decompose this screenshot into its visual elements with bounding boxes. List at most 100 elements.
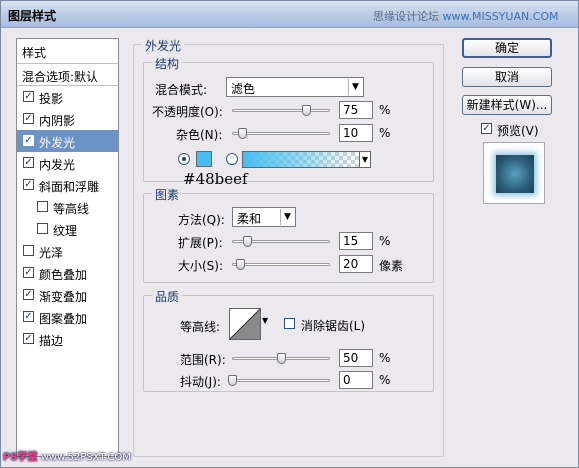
contour-picker[interactable] (229, 308, 261, 340)
style-item-label: 颜色叠加 (39, 268, 88, 282)
jitter-slider[interactable] (228, 375, 330, 387)
noise-input[interactable]: 10 (339, 124, 373, 142)
preview-checkbox[interactable]: ✓ 预览(V) (481, 122, 539, 139)
style-item[interactable]: ✓ 内发光 (17, 152, 118, 174)
style-item-checkbox[interactable]: ✓ (23, 289, 34, 300)
range-knob[interactable] (277, 353, 286, 364)
style-item-checkbox[interactable] (23, 245, 34, 256)
style-item-label: 纹理 (53, 224, 78, 238)
spread-unit: % (379, 234, 391, 248)
technique-select[interactable]: 柔和 ▼ (232, 207, 296, 227)
style-item[interactable]: ✓ 颜色叠加 (17, 262, 118, 284)
range-slider[interactable] (232, 353, 330, 365)
size-slider[interactable] (232, 259, 330, 271)
style-item[interactable]: ✓ 外发光 (17, 130, 118, 152)
structure-group: 结构 混合模式: 滤色 ▼ 不透明度(O): 75 % 杂色(N): 10 % (143, 55, 434, 182)
new-style-button[interactable]: 新建样式(W)... (462, 95, 552, 115)
range-input[interactable]: 50 (339, 349, 373, 367)
style-item-label: 内发光 (39, 158, 76, 172)
preview-label: 预览(V) (497, 124, 539, 138)
noise-knob[interactable] (237, 128, 247, 139)
contour-dropdown-arrow[interactable]: ▼ (262, 316, 268, 325)
watermark-bottom: PS学堂 www.52PSXT.COM (3, 448, 131, 463)
structure-title: 结构 (152, 55, 183, 72)
style-item-checkbox[interactable]: ✓ (23, 267, 34, 278)
style-item[interactable]: ✓ 描边 (17, 328, 118, 350)
elements-group: 图素 方法(Q): 柔和 ▼ 扩展(P): 15 % 大小(S): 20 像素 (143, 186, 434, 283)
new-style-label: 新建样式(W)... (466, 98, 548, 112)
quality-title: 品质 (152, 288, 183, 305)
opacity-knob[interactable] (301, 105, 311, 116)
spread-knob[interactable] (242, 236, 252, 247)
style-item-checkbox[interactable]: ✓ (23, 135, 34, 146)
style-item-label: 斜面和浮雕 (39, 180, 100, 194)
color-hex-annotation: #48beef (183, 170, 248, 188)
style-item-checkbox[interactable]: ✓ (23, 91, 34, 102)
chevron-down-icon: ▼ (348, 79, 362, 95)
elements-title: 图素 (152, 186, 183, 203)
jitter-knob[interactable] (228, 375, 237, 386)
style-item-checkbox[interactable]: ✓ (23, 113, 34, 124)
gradient-radio[interactable] (226, 153, 238, 165)
style-item-label: 等高线 (53, 202, 90, 216)
style-item-checkbox[interactable] (37, 201, 48, 212)
spread-label: 扩展(P): (178, 236, 223, 250)
noise-unit: % (379, 126, 391, 140)
anti-alias-label: 消除锯齿(L) (301, 319, 366, 333)
blend-mode-select[interactable]: 滤色 ▼ (226, 77, 364, 97)
style-item[interactable]: 纹理 (17, 218, 118, 240)
style-item-label: 投影 (39, 92, 64, 106)
style-item[interactable]: ✓ 内阴影 (17, 108, 118, 130)
style-item-checkbox[interactable]: ✓ (23, 333, 34, 344)
size-label: 大小(S): (178, 259, 224, 273)
spread-slider[interactable] (232, 236, 330, 248)
chevron-down-icon: ▼ (361, 155, 369, 164)
style-item-label: 图案叠加 (39, 312, 88, 326)
watermark-top-text: 思缘设计论坛 (373, 10, 439, 23)
gradient-preview[interactable] (242, 151, 360, 168)
style-item[interactable]: 光泽 (17, 240, 118, 262)
title-bar[interactable]: 图层样式 思缘设计论坛 www.MISSYUAN.COM (1, 1, 578, 28)
size-unit: 像素 (379, 259, 404, 273)
outer-glow-title: 外发光 (142, 37, 185, 54)
blend-mode-value: 滤色 (231, 82, 256, 96)
style-item[interactable]: 等高线 (17, 196, 118, 218)
anti-alias-checkbox[interactable] (284, 318, 295, 329)
style-item-label: 内阴影 (39, 114, 76, 128)
noise-slider[interactable] (232, 128, 330, 140)
spread-input[interactable]: 15 (339, 232, 373, 250)
style-item[interactable]: ✓ 图案叠加 (17, 306, 118, 328)
opacity-unit: % (379, 103, 391, 117)
style-item[interactable]: ✓ 渐变叠加 (17, 284, 118, 306)
style-list-header[interactable]: 样式 (17, 39, 118, 64)
opacity-slider[interactable] (232, 105, 330, 117)
style-item[interactable]: ✓ 投影 (17, 86, 118, 108)
layer-style-dialog: 图层样式 思缘设计论坛 www.MISSYUAN.COM 样式 混合选项:默认 … (0, 0, 579, 468)
solid-color-radio[interactable] (178, 153, 190, 165)
blend-mode-label: 混合模式: (155, 83, 208, 97)
blend-options-item[interactable]: 混合选项:默认 (17, 64, 118, 86)
quality-group: 品质 等高线: ▼ 消除锯齿(L) 范围(R): 50 % 抖动(J): 0 % (143, 288, 434, 392)
preview-thumbnail (483, 142, 545, 204)
style-item-checkbox[interactable] (37, 223, 48, 234)
ok-button[interactable]: 确定 (462, 38, 552, 58)
style-item[interactable]: ✓ 斜面和浮雕 (17, 174, 118, 196)
gradient-dropdown[interactable]: ▼ (359, 151, 371, 168)
style-item-checkbox[interactable]: ✓ (23, 179, 34, 190)
style-list: 样式 混合选项:默认 ✓ 投影 ✓ 内阴影 ✓ 外发光 ✓ 内发光 ✓ 斜面和浮雕 等高线 纹理 光泽 ✓… (16, 38, 119, 457)
contour-curve-icon (230, 309, 260, 339)
contour-label: 等高线: (180, 320, 221, 334)
size-input[interactable]: 20 (339, 255, 373, 273)
opacity-input[interactable]: 75 (339, 101, 373, 119)
range-unit: % (379, 351, 391, 365)
jitter-input[interactable]: 0 (339, 371, 373, 389)
dialog-title: 图层样式 (8, 9, 57, 23)
jitter-track (232, 379, 330, 382)
style-item-checkbox[interactable]: ✓ (23, 157, 34, 168)
glow-color-swatch[interactable] (196, 151, 212, 167)
size-knob[interactable] (235, 259, 245, 270)
style-item-checkbox[interactable]: ✓ (23, 311, 34, 322)
cancel-button[interactable]: 取消 (462, 67, 552, 87)
opacity-track (232, 109, 330, 112)
range-label: 范围(R): (180, 353, 226, 367)
